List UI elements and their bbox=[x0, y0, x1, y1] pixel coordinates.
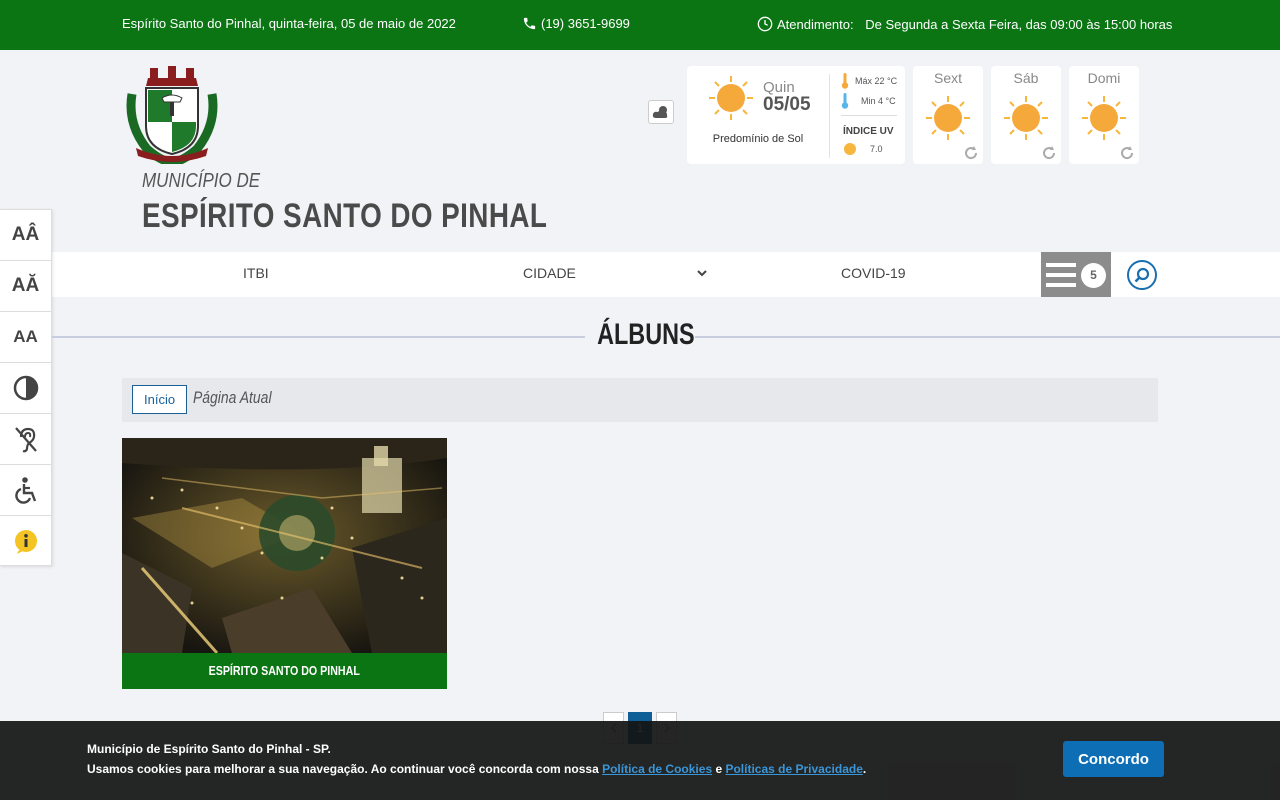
nav-item-covid[interactable]: COVID-19 bbox=[841, 265, 906, 281]
today-max-temp: Máx 22 °C bbox=[855, 76, 898, 86]
album-title[interactable]: ESPÍRITO SANTO DO PINHAL bbox=[122, 653, 447, 689]
weather-separator bbox=[841, 115, 897, 116]
weather-divider bbox=[829, 74, 830, 158]
sun-icon bbox=[1004, 96, 1048, 140]
breadcrumb-current: Página Atual bbox=[193, 388, 272, 407]
main-navigation: ITBI CIDADE COVID-19 5 bbox=[52, 252, 1280, 297]
hamburger-icon bbox=[1046, 263, 1076, 287]
forecast-day-card: Sext bbox=[913, 66, 983, 164]
clock-icon bbox=[757, 16, 773, 32]
hours-label: Atendimento: bbox=[777, 16, 854, 32]
increase-font-icon: AÂ bbox=[11, 224, 40, 245]
coat-of-arms-logo[interactable] bbox=[122, 64, 222, 167]
phone-icon bbox=[523, 17, 536, 30]
default-font-button[interactable]: AĂ bbox=[0, 261, 51, 312]
help-info-button[interactable] bbox=[0, 516, 51, 567]
thermometer-hot-icon bbox=[841, 73, 849, 89]
uv-index-value: 7.0 bbox=[870, 144, 883, 154]
decrease-font-icon: AA bbox=[13, 327, 38, 346]
chevron-down-icon[interactable] bbox=[695, 266, 709, 280]
search-button[interactable] bbox=[1127, 260, 1157, 290]
album-title-text: ESPÍRITO SANTO DO PINHAL bbox=[208, 663, 361, 678]
opening-hours: Atendimento: De Segunda a Sexta Feira, d… bbox=[757, 16, 1172, 32]
contrast-button[interactable] bbox=[0, 363, 51, 414]
forecast-day-name: Sáb bbox=[1013, 70, 1039, 86]
menu-count-badge: 5 bbox=[1081, 263, 1106, 288]
info-icon bbox=[14, 529, 37, 554]
forecast-day-card: Domi bbox=[1069, 66, 1139, 164]
refresh-icon[interactable] bbox=[1041, 145, 1057, 161]
hours-value: De Segunda a Sexta Feira, das 09:00 às 1… bbox=[865, 16, 1173, 32]
hearing-impaired-icon bbox=[14, 427, 37, 453]
cookie-message: Usamos cookies para melhorar a sua naveg… bbox=[87, 762, 866, 776]
album-card[interactable]: ESPÍRITO SANTO DO PINHAL bbox=[122, 438, 447, 689]
accessibility-toolbar: AÂ AĂ AA bbox=[0, 209, 52, 566]
breadcrumb-home-link[interactable]: Início bbox=[132, 385, 188, 414]
cookie-message-text: Usamos cookies para melhorar a sua naveg… bbox=[87, 762, 603, 776]
title-rule-left bbox=[52, 336, 585, 338]
sun-icon bbox=[1082, 96, 1126, 140]
nav-item-itbi[interactable]: ITBI bbox=[243, 265, 269, 281]
refresh-icon[interactable] bbox=[963, 145, 979, 161]
sun-icon bbox=[926, 96, 970, 140]
municipality-prefix: MUNICÍPIO DE bbox=[142, 170, 261, 192]
cookie-and-text: e bbox=[712, 762, 726, 776]
today-date: 05/05 bbox=[763, 94, 811, 115]
nav-item-cidade[interactable]: CIDADE bbox=[523, 265, 576, 281]
increase-font-button[interactable]: AÂ bbox=[0, 210, 51, 261]
weather-toggle-button[interactable] bbox=[648, 100, 674, 124]
refresh-icon[interactable] bbox=[1119, 145, 1135, 161]
forecast-day-name: Domi bbox=[1087, 70, 1121, 86]
title-rule-right bbox=[695, 336, 1280, 338]
cloud-sun-icon bbox=[652, 106, 668, 118]
sun-icon bbox=[709, 76, 753, 120]
hamburger-menu-button[interactable]: 5 bbox=[1041, 252, 1111, 297]
album-photo[interactable] bbox=[122, 438, 447, 653]
default-font-icon: AĂ bbox=[11, 275, 40, 296]
search-icon bbox=[1134, 267, 1150, 283]
current-date: Espírito Santo do Pinhal, quinta-feira, … bbox=[122, 16, 456, 31]
cookie-period: . bbox=[862, 762, 867, 776]
cookie-policy-link[interactable]: Política de Cookies bbox=[602, 762, 712, 776]
sign-language-button[interactable] bbox=[0, 414, 51, 465]
wheelchair-icon bbox=[14, 477, 36, 504]
cookie-title: Município de Espírito Santo do Pinhal - … bbox=[87, 742, 331, 756]
privacy-policy-link[interactable]: Políticas de Privacidade bbox=[725, 762, 862, 776]
today-min-temp: Min 4 °C bbox=[861, 96, 896, 106]
top-info-bar: Espírito Santo do Pinhal, quinta-feira, … bbox=[0, 0, 1280, 50]
accessibility-info-button[interactable] bbox=[0, 465, 51, 516]
phone-number: (19) 3651-9699 bbox=[541, 16, 630, 31]
uv-index-label: ÍNDICE UV bbox=[843, 126, 894, 137]
weather-today-card: Quin 05/05 Predomínio de Sol Máx 22 °C M… bbox=[687, 66, 905, 164]
forecast-day-name: Sext bbox=[933, 70, 962, 86]
cookie-banner: Município de Espírito Santo do Pinhal - … bbox=[0, 721, 1280, 800]
uv-sun-icon bbox=[844, 143, 856, 155]
phone-contact[interactable]: (19) 3651-9699 bbox=[522, 16, 630, 31]
forecast-day-card: Sáb bbox=[991, 66, 1061, 164]
breadcrumb: Início Página Atual bbox=[122, 378, 1158, 422]
accept-cookies-button[interactable]: Concordo bbox=[1063, 741, 1164, 777]
contrast-icon bbox=[13, 375, 38, 401]
decrease-font-button[interactable]: AA bbox=[0, 312, 51, 363]
page-title: ÁLBUNS bbox=[597, 318, 695, 351]
thermometer-cold-icon bbox=[841, 93, 849, 109]
municipality-name: ESPÍRITO SANTO DO PINHAL bbox=[142, 197, 548, 235]
today-description: Predomínio de Sol bbox=[712, 133, 804, 145]
